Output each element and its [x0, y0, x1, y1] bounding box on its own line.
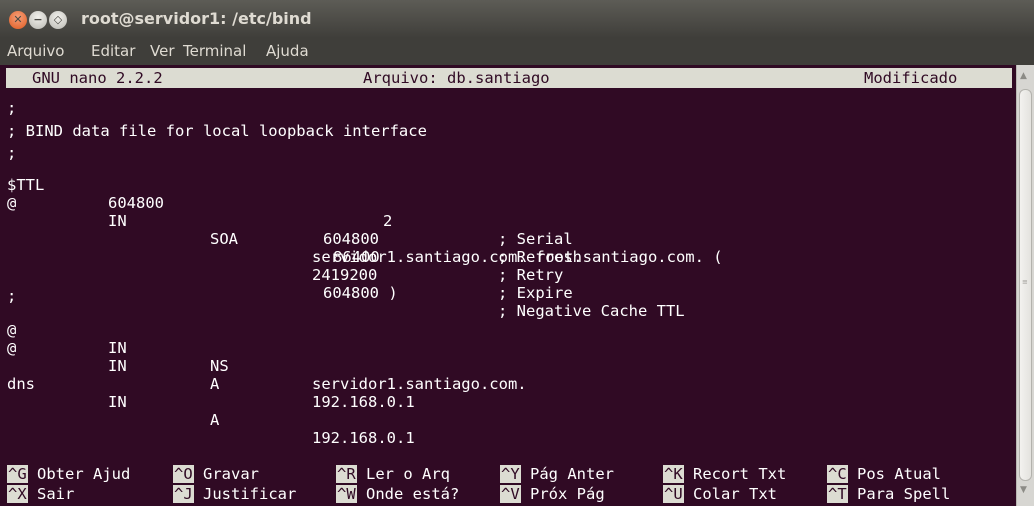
shortcut-key: ^J [173, 485, 194, 503]
scroll-thumb[interactable]: ≡ [1019, 89, 1032, 481]
file-line: @ IN A 192.168.0.1 [7, 321, 1007, 411]
shortcut-help[interactable]: ^G Obter Ajud [7, 465, 130, 483]
nano-status: Modificado [864, 69, 958, 87]
shortcut-key: ^Y [500, 465, 521, 483]
file-line: 604800 ) ; Negative Cache TTL [7, 266, 1007, 320]
nano-header: GNU nano 2.2.2 Arquivo: db.santiago Modi… [6, 68, 1012, 88]
shortcut-label: Próx Pág [530, 485, 605, 503]
file-line: 86400 ; Retry [7, 230, 1007, 284]
nano-filename: Arquivo: db.santiago [363, 69, 550, 87]
shortcut-spell[interactable]: ^T Para Spell [827, 485, 950, 503]
record-data: 192.168.0.1 [312, 393, 415, 411]
shortcut-label: Onde está? [366, 485, 460, 503]
shortcut-key: ^X [7, 485, 28, 503]
file-line: 2 ; Serial [7, 194, 1007, 248]
shortcut-label: Para Spell [857, 485, 951, 503]
menu-arquivo[interactable]: Arquivo [7, 42, 64, 60]
record-class: IN [108, 339, 127, 357]
shortcut-key: ^U [663, 485, 684, 503]
soa-comment: ; Expire [498, 284, 573, 302]
terminal-area[interactable]: GNU nano 2.2.2 Arquivo: db.santiago Modi… [0, 65, 1016, 506]
record-name: dns [7, 375, 35, 393]
shortcut-key: ^G [7, 465, 28, 483]
menu-terminal[interactable]: Terminal [183, 42, 246, 60]
menu-ajuda[interactable]: Ajuda [266, 42, 309, 60]
soa-value: 604800 ) [323, 284, 398, 302]
shortcut-save[interactable]: ^O Gravar [173, 465, 259, 483]
shortcut-cur-pos[interactable]: ^C Pos Atual [827, 465, 941, 483]
shortcut-read-file[interactable]: ^R Ler o Arq [336, 465, 450, 483]
close-icon[interactable]: ✕ [9, 11, 27, 29]
scroll-down-icon[interactable]: ▼ [1020, 485, 1027, 495]
maximize-icon[interactable]: ◇ [49, 11, 67, 29]
shortcut-label: Recort Txt [693, 465, 787, 483]
shortcut-key: ^R [336, 465, 357, 483]
shortcut-uncut-text[interactable]: ^U Colar Txt [663, 485, 777, 503]
shortcut-key: ^K [663, 465, 684, 483]
shortcut-label: Gravar [203, 465, 260, 483]
record-type: A [210, 411, 220, 429]
title-bar[interactable]: ✕ − ◇ root@servidor1: /etc/bind [0, 0, 1034, 38]
menu-bar: Arquivo Editar Ver Terminal Ajuda [0, 38, 1034, 65]
nano-version: GNU nano 2.2.2 [32, 69, 163, 87]
file-line: @ IN NS servidor1.santiago.com. [7, 303, 1007, 393]
shortcut-key: ^W [336, 485, 357, 503]
shortcut-label: Ler o Arq [366, 465, 451, 483]
record-type: A [210, 375, 220, 393]
shortcut-key: ^T [827, 485, 848, 503]
vertical-scrollbar[interactable]: ▲ ≡ ▼ [1016, 65, 1034, 506]
file-line: ; [7, 99, 17, 117]
shortcut-label: Pág Anter [530, 465, 615, 483]
menu-editar[interactable]: Editar [91, 42, 135, 60]
file-line: dns IN A 192.168.0.1 [7, 357, 1007, 447]
grip-icon: ≡ [1022, 278, 1028, 286]
record-data: servidor1.santiago.com. [312, 375, 527, 393]
shortcut-key: ^V [500, 485, 521, 503]
file-line: ; BIND data file for local loopback inte… [7, 122, 427, 140]
record-data: 192.168.0.1 [312, 429, 415, 447]
shortcut-key: ^O [173, 465, 194, 483]
shortcut-label: Justificar [203, 485, 297, 503]
file-line: 2419200 ; Expire [7, 248, 1007, 302]
shortcut-justify[interactable]: ^J Justificar [173, 485, 296, 503]
record-class: IN [108, 393, 127, 411]
shortcut-label: Colar Txt [693, 485, 778, 503]
shortcut-exit[interactable]: ^X Sair [7, 485, 74, 503]
scroll-up-icon[interactable]: ▲ [1020, 71, 1027, 81]
window-title: root@servidor1: /etc/bind [81, 9, 312, 28]
record-name: @ [7, 339, 17, 357]
shortcut-next-page[interactable]: ^V Próx Pág [500, 485, 605, 503]
shortcut-label: Pos Atual [857, 465, 942, 483]
terminal-window: ✕ − ◇ root@servidor1: /etc/bind Arquivo … [0, 0, 1034, 506]
file-line: 604800 ; Refresh [7, 212, 1007, 266]
shortcut-where-is[interactable]: ^W Onde está? [336, 485, 459, 503]
shortcut-cut-text[interactable]: ^K Recort Txt [663, 465, 786, 483]
shortcut-label: Sair [37, 485, 75, 503]
shortcut-prev-page[interactable]: ^Y Pág Anter [500, 465, 614, 483]
file-line: $TTL 604800 [7, 158, 1007, 212]
file-line: @ IN SOA servidor1.santiago.com. root.sa… [7, 176, 1007, 266]
shortcut-key: ^C [827, 465, 848, 483]
menu-ver[interactable]: Ver [150, 42, 175, 60]
shortcut-label: Obter Ajud [37, 465, 131, 483]
minimize-icon[interactable]: − [29, 11, 47, 29]
